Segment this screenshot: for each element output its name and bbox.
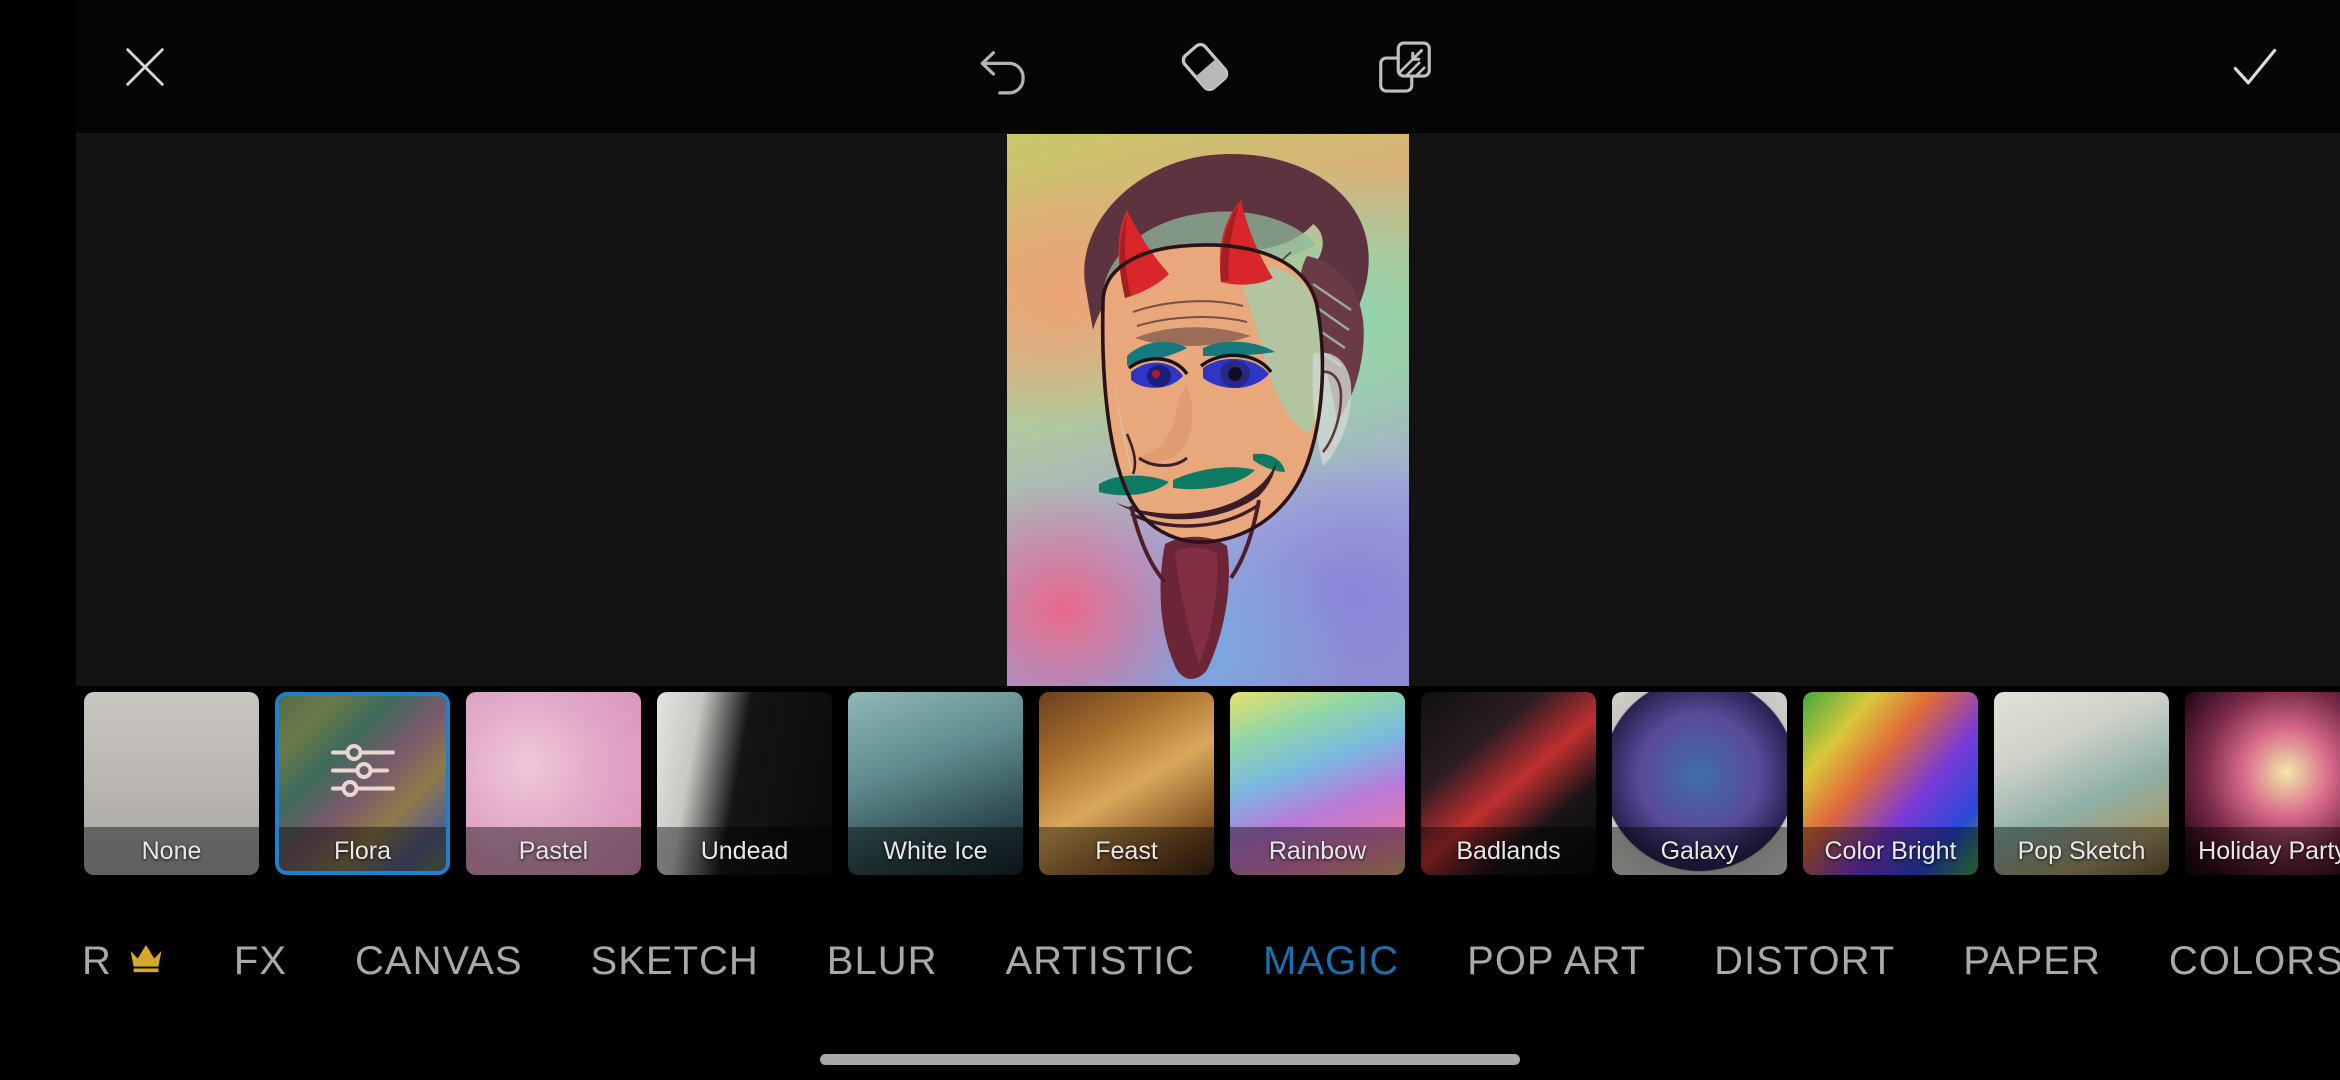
eraser-button[interactable] xyxy=(1150,0,1260,133)
mask-overlay-button[interactable] xyxy=(1345,0,1465,133)
top-toolbar xyxy=(0,0,2340,133)
undo-icon xyxy=(980,50,1025,94)
effect-thumb-label: White Ice xyxy=(848,827,1023,875)
nav-item-label: PAPER xyxy=(1963,938,2101,983)
category-list: R FX CANVAS SKETCH BLUR ARTISTIC MAGIC POP ART D… xyxy=(48,886,2340,1036)
photo-editor-screen: None Flora Pastel Undead White Ice Feast Rainb… xyxy=(0,0,2340,1080)
effect-thumb-label: Badlands xyxy=(1421,827,1596,875)
effect-thumb-galaxy[interactable]: Galaxy xyxy=(1612,692,1787,875)
nav-item-artistic[interactable]: ARTISTIC xyxy=(972,939,1230,984)
canvas-stage[interactable] xyxy=(76,133,2340,686)
nav-item-label: MAGIC xyxy=(1263,938,1400,983)
nav-item-label: SKETCH xyxy=(590,938,759,983)
nav-item-label: ARTISTIC xyxy=(1005,938,1196,983)
nav-item-label: CANVAS xyxy=(355,938,523,983)
effect-thumb-pastel[interactable]: Pastel xyxy=(466,692,641,875)
effect-thumb-flora[interactable]: Flora xyxy=(275,692,450,875)
nav-item-magic[interactable]: MAGIC xyxy=(1229,939,1433,984)
effect-thumb-label: Pastel xyxy=(466,827,641,875)
nav-item-distort[interactable]: DISTORT xyxy=(1680,939,1929,984)
effect-thumb-label: Undead xyxy=(657,827,832,875)
eraser-icon xyxy=(1181,42,1229,91)
undo-button[interactable] xyxy=(950,0,1060,133)
effects-list: None Flora Pastel Undead White Ice Feast Rainb… xyxy=(84,692,2340,880)
nav-item-label: FX xyxy=(233,938,288,983)
effect-thumb-color-bright[interactable]: Color Bright xyxy=(1803,692,1978,875)
effect-thumb-white-ice[interactable]: White Ice xyxy=(848,692,1023,875)
crown-icon xyxy=(126,939,166,984)
effect-thumb-none[interactable]: None xyxy=(84,692,259,875)
nav-item-r[interactable]: R xyxy=(48,939,200,984)
checkmark-icon xyxy=(2233,48,2277,84)
nav-item-blur[interactable]: BLUR xyxy=(793,939,972,984)
effect-thumb-pop-sketch[interactable]: Pop Sketch xyxy=(1994,692,2169,875)
effect-thumb-rainbow[interactable]: Rainbow xyxy=(1230,692,1405,875)
nav-item-label: BLUR xyxy=(826,938,938,983)
nav-item-sketch[interactable]: SKETCH xyxy=(557,939,793,984)
artwork-illustration xyxy=(1084,153,1369,679)
effect-thumb-feast[interactable]: Feast xyxy=(1039,692,1214,875)
effect-thumb-label: Holiday Party xyxy=(2185,827,2340,875)
close-button[interactable] xyxy=(95,0,195,133)
nav-item-canvas[interactable]: CANVAS xyxy=(321,939,557,984)
nav-item-pop-art[interactable]: POP ART xyxy=(1433,939,1680,984)
nav-item-label: DISTORT xyxy=(1714,938,1896,983)
toolbar-left-gutter xyxy=(0,0,76,133)
nav-item-label: R xyxy=(82,938,112,983)
effect-thumb-undead[interactable]: Undead xyxy=(657,692,832,875)
effect-thumb-label: Pop Sketch xyxy=(1994,827,2169,875)
effect-thumb-label: Color Bright xyxy=(1803,827,1978,875)
effect-thumb-label: Galaxy xyxy=(1612,827,1787,875)
mask-overlay-icon xyxy=(1379,40,1431,93)
close-icon xyxy=(126,47,164,86)
nav-item-label: POP ART xyxy=(1467,938,1647,983)
effect-thumb-holiday-party[interactable]: Holiday Party xyxy=(2185,692,2340,875)
effects-thumbnail-strip[interactable]: None Flora Pastel Undead White Ice Feast Rainb… xyxy=(0,686,2340,886)
confirm-button[interactable] xyxy=(2195,0,2315,133)
effect-thumb-label: None xyxy=(84,827,259,875)
category-navigation-bar[interactable]: R FX CANVAS SKETCH BLUR ARTISTIC MAGIC POP ART D… xyxy=(0,886,2340,1036)
effect-settings-icon[interactable] xyxy=(327,741,399,806)
artwork-preview[interactable] xyxy=(1007,134,1409,686)
nav-item-colors[interactable]: COLORS xyxy=(2135,939,2340,984)
effect-thumb-label: Rainbow xyxy=(1230,827,1405,875)
home-indicator[interactable] xyxy=(820,1054,1520,1065)
nav-item-fx[interactable]: FX xyxy=(200,939,321,984)
effect-thumb-label: Flora xyxy=(279,827,446,871)
nav-item-label: COLORS xyxy=(2168,938,2340,983)
effect-thumb-label: Feast xyxy=(1039,827,1214,875)
nav-item-paper[interactable]: PAPER xyxy=(1929,939,2135,984)
effect-thumb-badlands[interactable]: Badlands xyxy=(1421,692,1596,875)
